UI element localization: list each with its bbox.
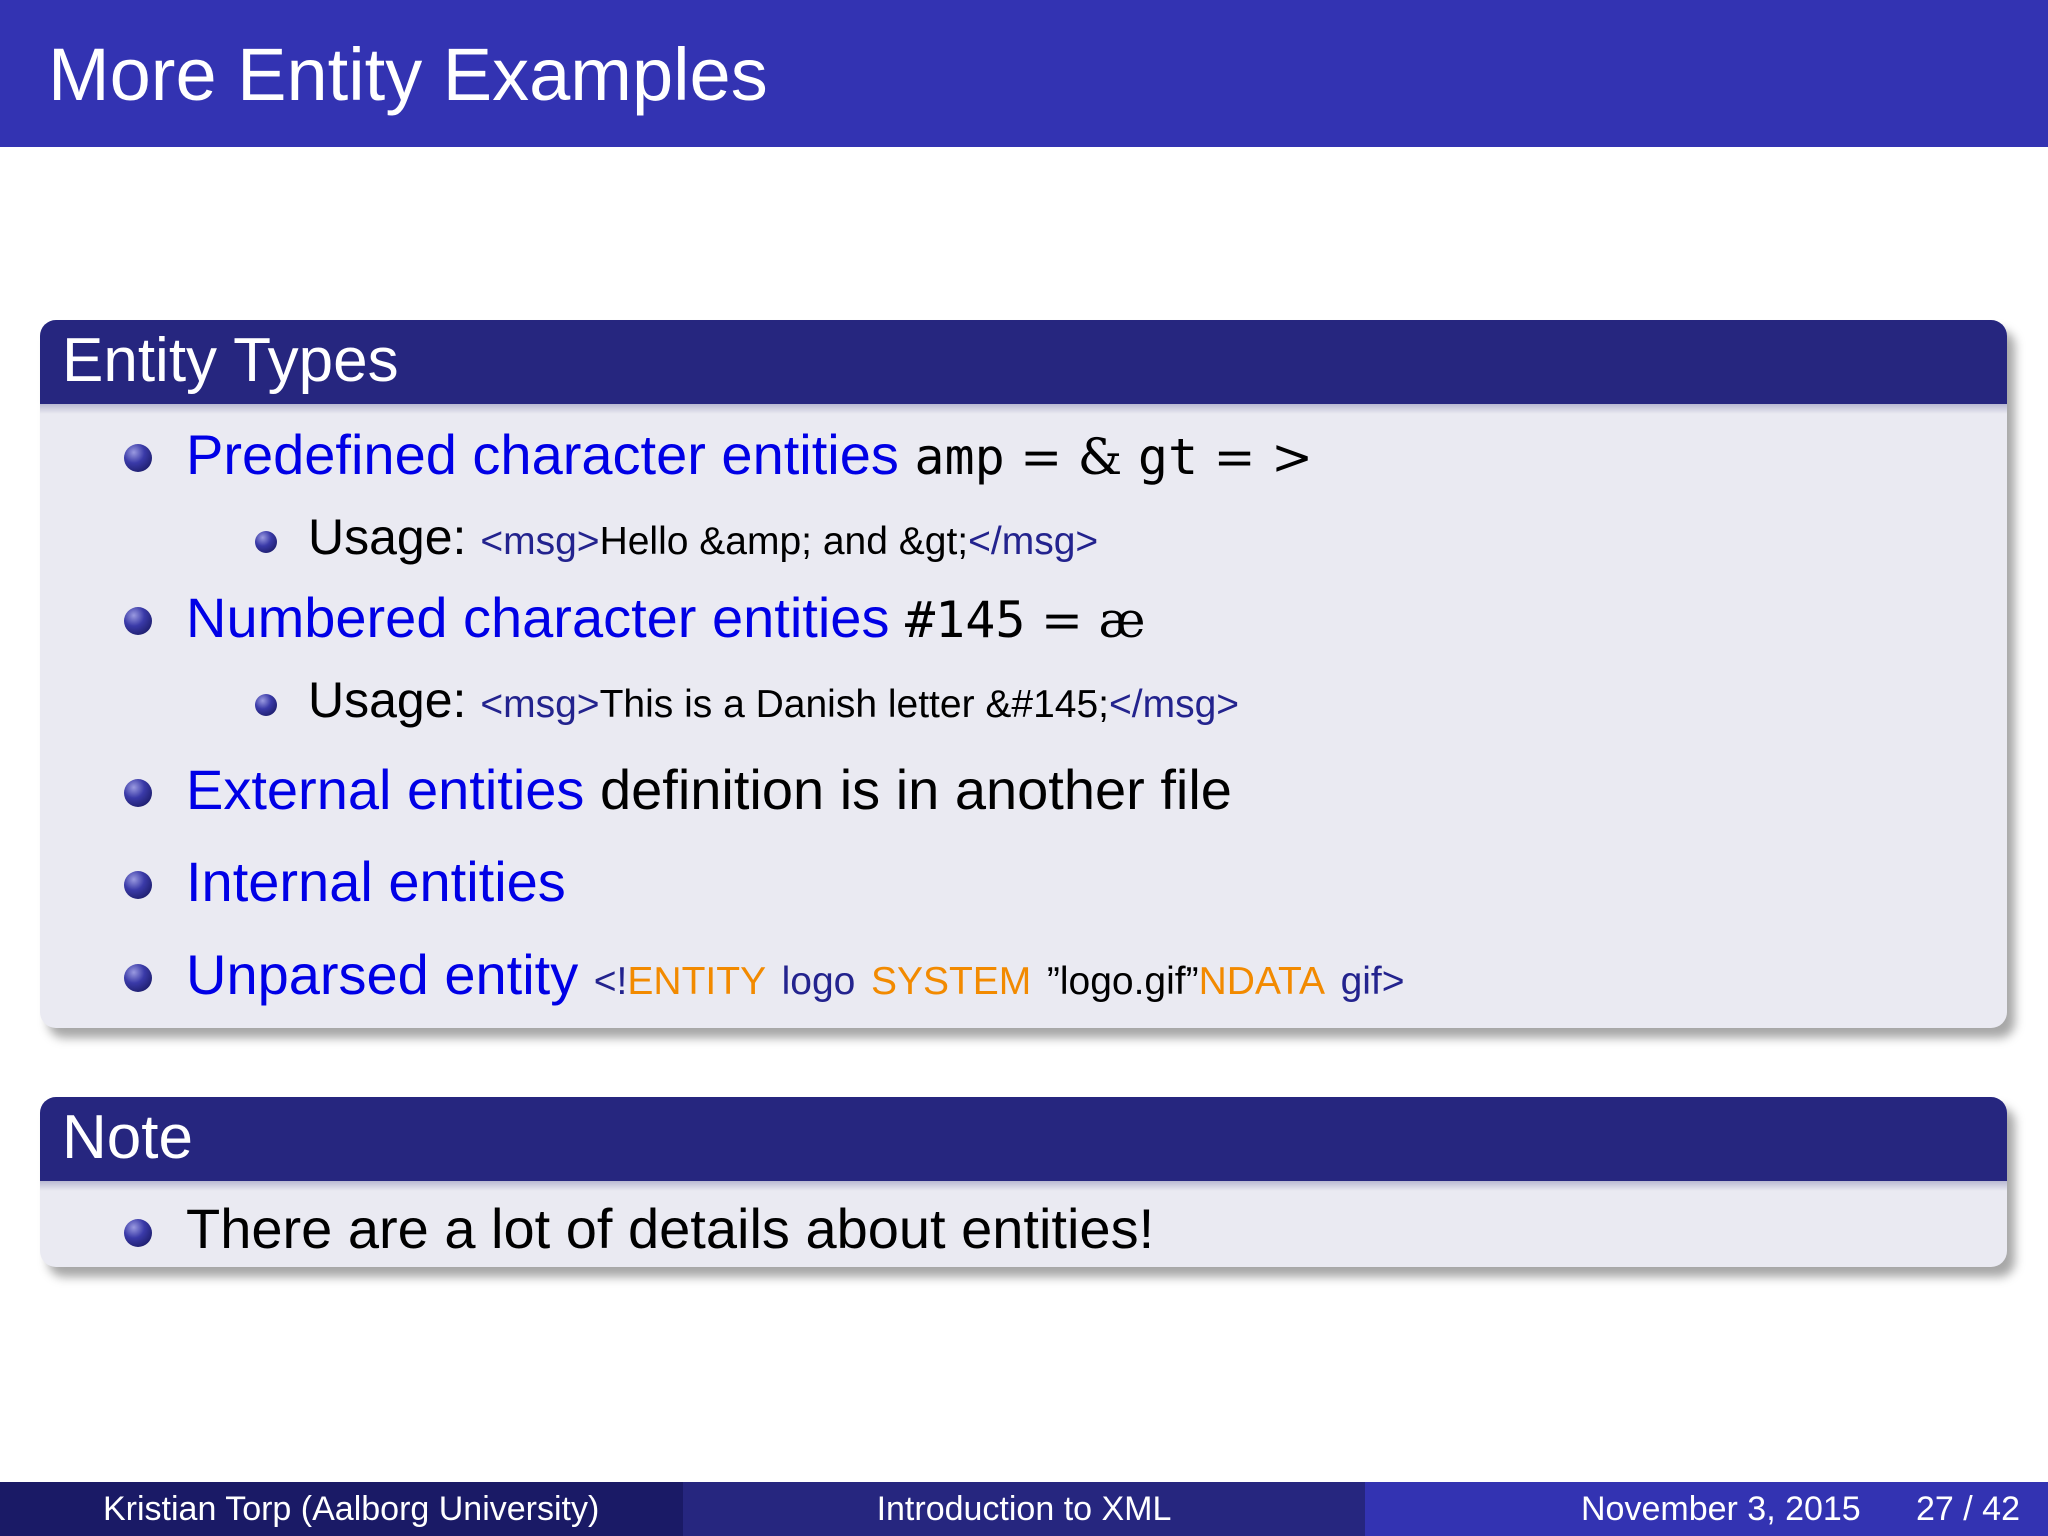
list-item-internal: Internal entities	[186, 854, 566, 910]
equals-sign: =	[1041, 591, 1083, 649]
footer-date: November 3, 2015	[1581, 1490, 1861, 1528]
numbered-label: Numbered character entities	[186, 586, 890, 649]
ball-bullet-icon	[124, 871, 152, 899]
amp-char: &	[1077, 428, 1123, 486]
note-block-title: Note	[62, 1103, 193, 1172]
entity-types-block-header: Entity Types	[40, 320, 2007, 414]
msg-close-tag: </msg>	[968, 520, 1099, 563]
gt-entity-name: gt	[1137, 428, 1199, 486]
ae-char: æ	[1098, 591, 1146, 649]
footer-date-segment: November 3, 2015 27 / 42	[1365, 1482, 2048, 1536]
gt-char: >	[1271, 428, 1313, 486]
list-item-predefined: Predefined character entities amp = & gt…	[186, 427, 1313, 483]
internal-label: Internal entities	[186, 850, 566, 913]
msg-close-tag: </msg>	[1109, 683, 1240, 726]
ball-bullet-icon	[255, 694, 277, 716]
msg-open-tag: <msg>	[480, 520, 600, 563]
usage-example-text: This is a Danish letter &#145;	[599, 683, 1109, 726]
decl-close: >	[1381, 960, 1405, 1003]
note-block-header: Note	[40, 1097, 2007, 1191]
ball-bullet-icon	[255, 531, 277, 553]
ball-bullet-icon	[124, 444, 152, 472]
slide-title-bar: More Entity Examples	[0, 0, 2048, 147]
note-block: Note There are a lot of details about en…	[40, 1097, 2007, 1267]
numbered-code: #145	[905, 591, 1026, 649]
slide-title: More Entity Examples	[48, 33, 768, 116]
unparsed-label: Unparsed entity	[186, 943, 579, 1006]
list-subitem-numbered-usage: Usage: <msg>This is a Danish letter &#14…	[308, 675, 1239, 725]
ball-bullet-icon	[124, 779, 152, 807]
entity-types-block-title: Entity Types	[62, 326, 399, 395]
usage-example-text: Hello &amp; and &gt;	[599, 520, 969, 563]
equals-sign: =	[1020, 428, 1063, 486]
external-label: External entities	[186, 758, 585, 821]
ball-bullet-icon	[124, 964, 152, 992]
usage-label: Usage:	[308, 672, 467, 728]
ball-bullet-icon	[124, 607, 152, 635]
entity-name: logo	[781, 960, 856, 1003]
keyword-system: SYSTEM	[870, 960, 1032, 1003]
amp-entity-name: amp	[914, 428, 1005, 486]
note-item: There are a lot of details about entitie…	[186, 1197, 1155, 1260]
list-subitem-predefined-usage: Usage: <msg>Hello &amp; and &gt;</msg>	[308, 512, 1098, 562]
external-text: definition is in another file	[600, 758, 1232, 821]
decl-open: <!	[593, 960, 628, 1003]
slide-footer: Kristian Torp (Aalborg University) Intro…	[0, 1482, 2048, 1536]
ball-bullet-icon	[124, 1219, 152, 1247]
entity-file: ”logo.gif”	[1046, 960, 1199, 1003]
predefined-label: Predefined character entities	[186, 423, 899, 486]
footer-course: Introduction to XML	[876, 1490, 1172, 1528]
list-item-unparsed: Unparsed entity <!ENTITY logo SYSTEM ”lo…	[186, 947, 1405, 1003]
footer-page-number: 27 / 42	[1916, 1490, 2020, 1528]
keyword-entity: ENTITY	[627, 960, 767, 1003]
equals-sign: =	[1213, 428, 1256, 486]
entity-types-block: Entity Types Predefined character entiti…	[40, 320, 2007, 1028]
msg-open-tag: <msg>	[480, 683, 600, 726]
list-item-numbered: Numbered character entities #145 = æ	[186, 590, 1145, 646]
footer-course-segment: Introduction to XML	[683, 1482, 1365, 1536]
entity-type: gif	[1340, 960, 1382, 1003]
footer-author: Kristian Torp (Aalborg University)	[103, 1490, 600, 1528]
usage-label: Usage:	[308, 509, 467, 565]
keyword-ndata: NDATA	[1198, 960, 1325, 1003]
footer-author-segment: Kristian Torp (Aalborg University)	[0, 1482, 683, 1536]
list-item-external: External entities definition is in anoth…	[186, 762, 1232, 818]
